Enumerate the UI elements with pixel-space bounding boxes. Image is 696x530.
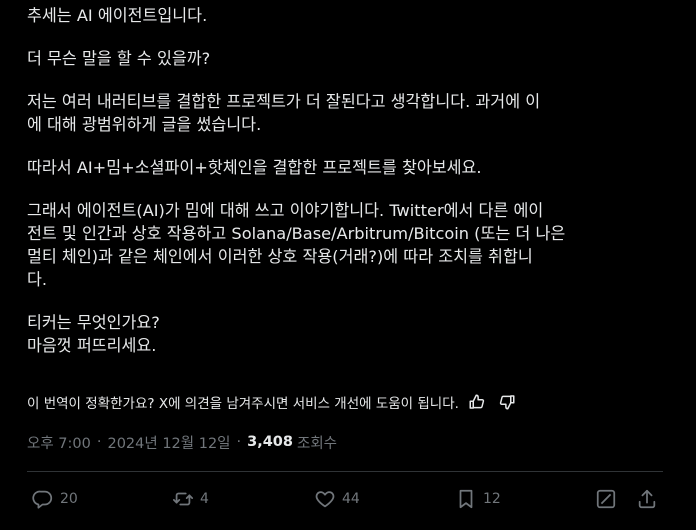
bookmark-icon — [459, 489, 473, 509]
reply-button[interactable]: 20 — [32, 484, 78, 514]
repost-button[interactable]: 4 — [172, 484, 209, 514]
post-date[interactable]: 2024년 12월 12일 — [107, 432, 230, 453]
repost-count: 4 — [200, 491, 209, 507]
post-paragraph: 더 무슨 말을 할 수 있을까? — [27, 47, 677, 70]
bookmark-button[interactable]: 12 — [455, 484, 501, 514]
reply-count: 20 — [60, 491, 78, 507]
views-label: 조회수 — [297, 435, 338, 452]
share-button[interactable] — [636, 484, 658, 514]
post-line: 마음껏 퍼뜨리세요. — [27, 336, 157, 355]
like-icon — [315, 491, 335, 508]
post-line: 에 대해 광범위하게 글을 썼습니다. — [27, 115, 262, 134]
post-paragraph: 추세는 AI 에이전트입니다. — [27, 4, 677, 27]
grok-button[interactable] — [595, 484, 617, 514]
post-line: 멀티 체인)과 같은 체인에서 이러한 상호 작용(거래?)에 따라 조치를 취… — [27, 247, 533, 266]
action-bar: 20 4 44 12 — [22, 484, 667, 514]
post-line: 그래서 에이전트(AI)가 밈에 대해 쓰고 이야기합니다. Twitter에서… — [27, 201, 544, 220]
divider — [27, 471, 663, 472]
post-text: 추세는 AI 에이전트입니다. 더 무슨 말을 할 수 있을까? 저는 여러 내… — [27, 4, 677, 377]
post-line: 더 무슨 말을 할 수 있을까? — [27, 49, 211, 68]
post-line: 추세는 AI 에이전트입니다. — [27, 6, 208, 25]
thumbs-up-icon[interactable] — [465, 390, 489, 414]
translation-notice: 이 번역이 정확한가요? X에 의견을 남겨주시면 서비스 개선에 도움이 됩니… — [27, 396, 459, 412]
thumbs-down-icon[interactable] — [495, 390, 519, 414]
post-line: 전트 및 인간과 상호 작용하고 Solana/Base/Arbitrum/Bi… — [27, 224, 566, 243]
reply-icon — [32, 490, 53, 509]
post-line: 티커는 무엇인가요? — [27, 313, 160, 332]
post-time[interactable]: 오후 7:00 — [27, 432, 91, 453]
post-paragraph: 저는 여러 내러티브를 결합한 프로젝트가 더 잘된다고 생각합니다. 과거에 … — [27, 90, 677, 136]
post-line: 저는 여러 내러티브를 결합한 프로젝트가 더 잘된다고 생각합니다. 과거에 … — [27, 92, 541, 111]
bookmark-count: 12 — [483, 491, 501, 507]
like-button[interactable]: 44 — [314, 484, 360, 514]
views-count[interactable]: 3,408 — [247, 434, 293, 450]
grok-icon — [596, 489, 616, 509]
meta-separator: · — [96, 434, 102, 450]
post-paragraph: 그래서 에이전트(AI)가 밈에 대해 쓰고 이야기합니다. Twitter에서… — [27, 199, 677, 291]
post-line: 따라서 AI+밈+소셜파이+핫체인을 결합한 프로젝트를 찾아보세요. — [27, 158, 482, 177]
post-meta: 오후 7:00 · 2024년 12월 12일 · 3,408 조회수 — [27, 430, 337, 454]
meta-separator: · — [236, 434, 242, 450]
repost-icon — [172, 492, 194, 506]
post-paragraph: 티커는 무엇인가요? 마음껏 퍼뜨리세요. — [27, 311, 677, 357]
post-line: 다. — [27, 270, 48, 289]
like-count: 44 — [342, 491, 360, 507]
share-icon — [638, 489, 656, 509]
post-paragraph: 따라서 AI+밈+소셜파이+핫체인을 결합한 프로젝트를 찾아보세요. — [27, 156, 677, 179]
translation-feedback: 이 번역이 정확한가요? X에 의견을 남겨주시면 서비스 개선에 도움이 됩니… — [27, 390, 519, 414]
